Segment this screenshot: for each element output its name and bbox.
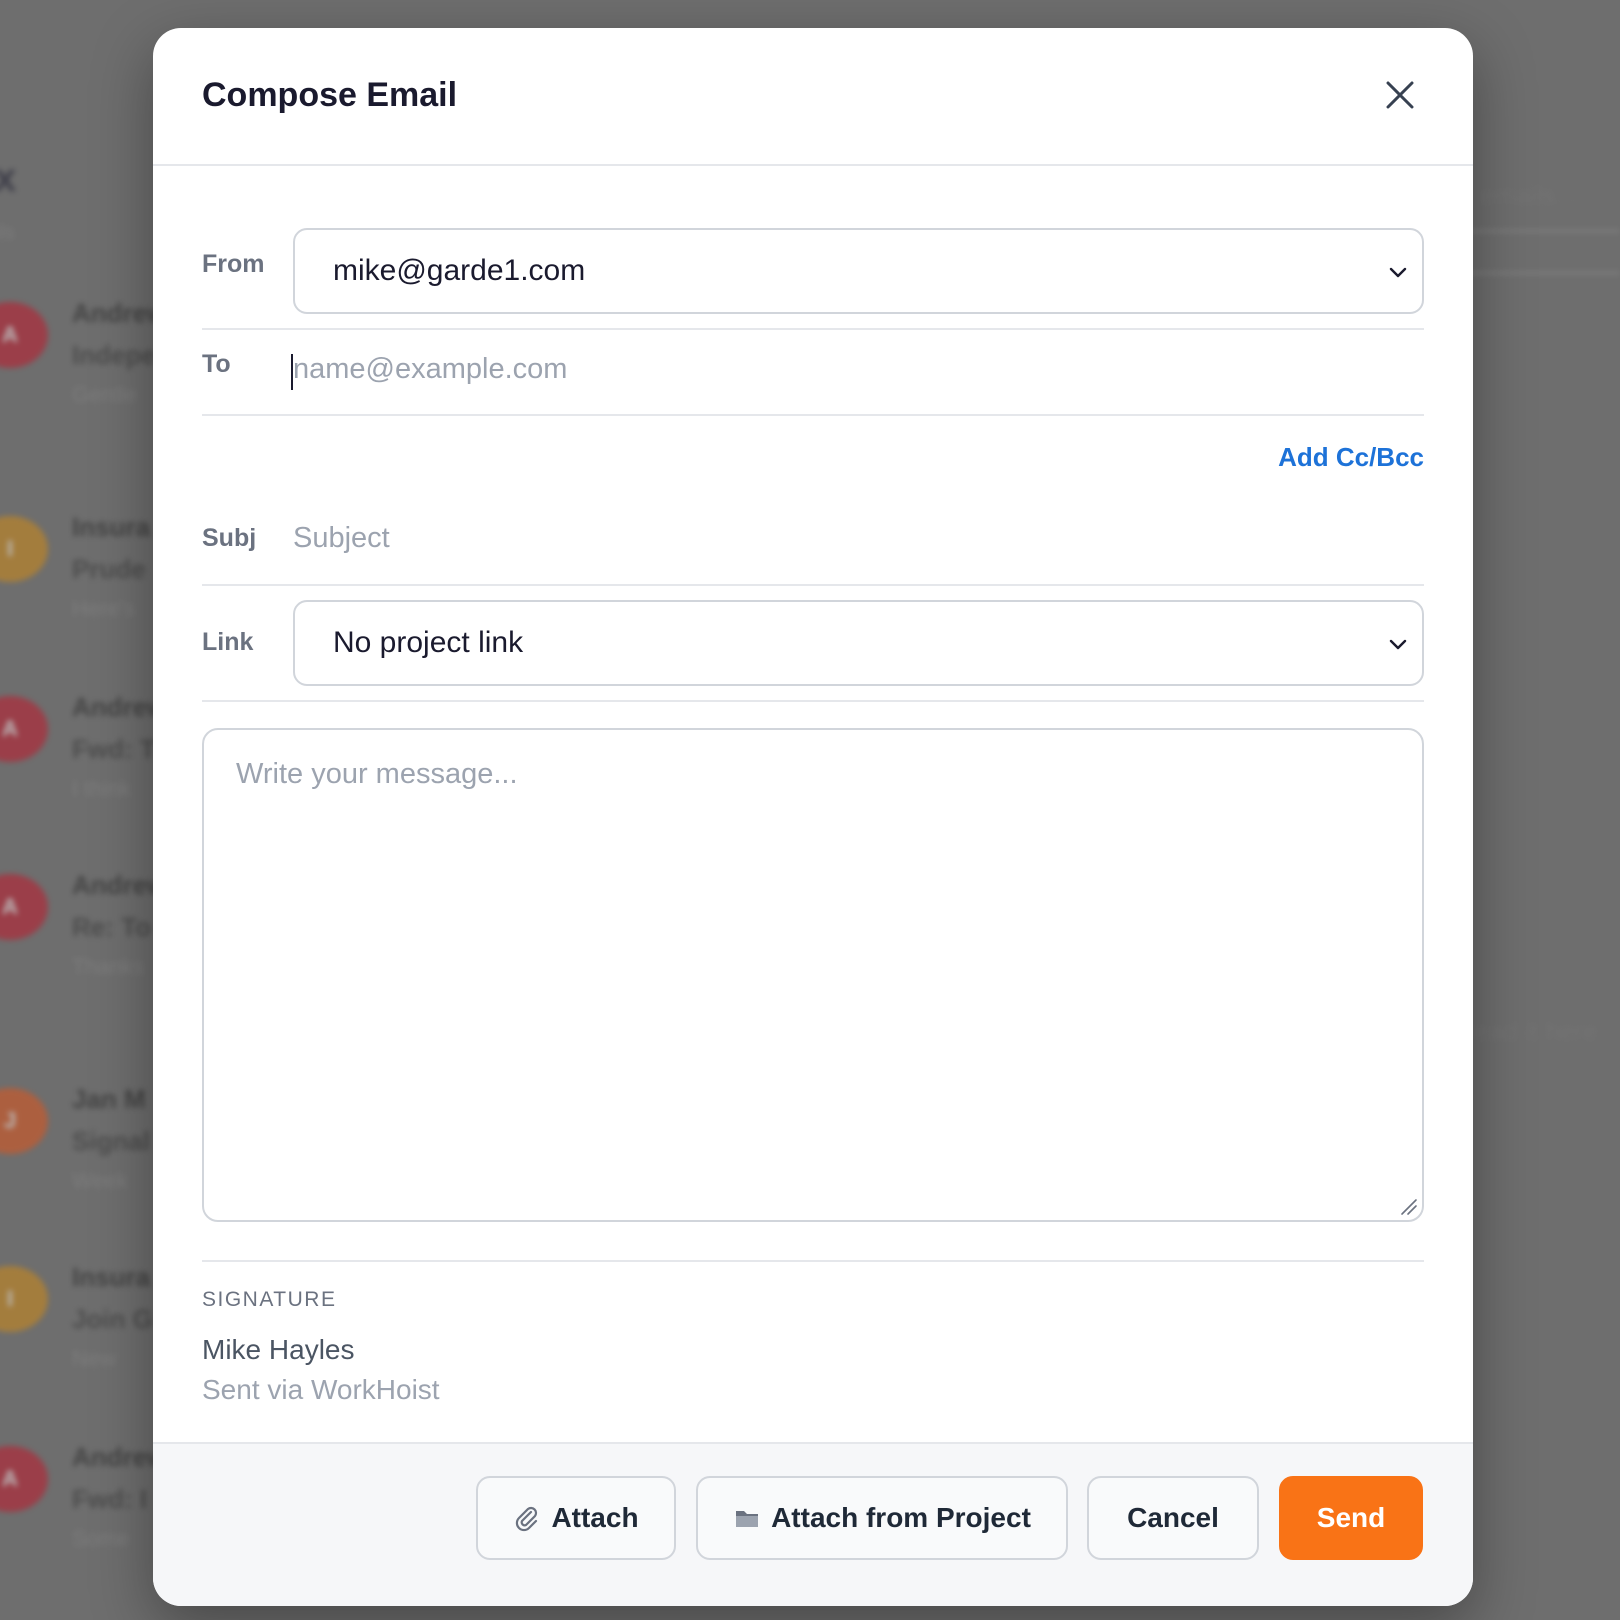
subject: Join G (72, 1304, 153, 1334)
close-icon (1386, 81, 1414, 109)
subject: Fwd: T (72, 734, 156, 764)
subject: Fwd: I (72, 1484, 148, 1514)
link-label: Link (202, 628, 254, 656)
preview: Some (72, 1526, 130, 1551)
resize-handle-icon[interactable] (1398, 1196, 1418, 1216)
divider (1460, 230, 1620, 232)
folder-icon (736, 1511, 759, 1527)
project-link-value: No project link (333, 626, 524, 659)
inbox-search: emails... (1480, 180, 1577, 210)
avatar: I (0, 1266, 48, 1332)
preview: Here's (72, 596, 135, 621)
divider (1460, 272, 1620, 274)
preview: New (72, 1346, 117, 1371)
preview: I think (72, 776, 131, 801)
signature-name: Mike Hayles (202, 1334, 355, 1365)
inbox-subtitle: ils (0, 222, 15, 244)
divider (202, 1260, 1424, 1262)
divider (202, 584, 1424, 586)
cancel-label: Cancel (1127, 1502, 1219, 1533)
subject: Indepe (72, 340, 156, 370)
send-button[interactable]: Send (1279, 1476, 1423, 1560)
from-select[interactable]: mike@garde1.com (293, 228, 1424, 314)
dialog-header: Compose Email (153, 28, 1473, 166)
avatar: I (0, 516, 48, 582)
attach-button[interactable]: Attach (476, 1476, 676, 1560)
compose-email-dialog: Compose Email From mike@garde1.com To na… (153, 28, 1473, 1606)
to-input[interactable]: name@example.com (293, 353, 567, 386)
attach-from-project-label: Attach from Project (771, 1502, 1031, 1533)
divider (202, 414, 1424, 416)
from-value: mike@garde1.com (333, 254, 586, 287)
dialog-footer: Attach Attach from Project Cancel Send (153, 1442, 1473, 1606)
list-item: A Andrew Fwd: I Some (0, 1442, 172, 1566)
subject: Signal (72, 1126, 151, 1156)
list-item: J Jan M Signal Week (0, 1084, 172, 1208)
avatar: A (0, 302, 48, 368)
attach-from-project-button[interactable]: Attach from Project (696, 1476, 1068, 1560)
subject: Prude (72, 554, 146, 584)
message-placeholder: Write your message... (236, 758, 518, 790)
subject-label: Subj (202, 524, 257, 552)
preview: Week (72, 1168, 128, 1193)
list-item: A Andrew Indepe Gentle (0, 298, 172, 422)
sender: Jan M (72, 1084, 146, 1114)
sender: Insura (72, 512, 151, 542)
text-caret (291, 354, 293, 390)
inbox-title: x (0, 156, 17, 200)
preview: Thanks (72, 954, 145, 979)
avatar: J (0, 1088, 48, 1154)
attach-label: Attach (551, 1502, 639, 1533)
reading-pane-hint: read it here (1466, 1016, 1598, 1046)
avatar: A (0, 696, 48, 762)
signature-via: Sent via WorkHoist (202, 1374, 440, 1405)
subject: Re: To (72, 912, 151, 942)
chevron-down-icon (1389, 639, 1407, 650)
list-item: A Andrew Re: To Thanks (0, 870, 172, 994)
add-cc-bcc-link[interactable]: Add Cc/Bcc (1278, 442, 1424, 473)
cancel-button[interactable]: Cancel (1087, 1476, 1259, 1560)
list-item: I Insura Join G New (0, 1262, 172, 1386)
to-label: To (202, 350, 231, 378)
from-label: From (202, 250, 265, 278)
chevron-down-icon (1389, 267, 1407, 278)
divider (202, 700, 1424, 702)
dialog-title: Compose Email (202, 76, 458, 114)
close-button[interactable] (1373, 68, 1427, 122)
subject-input[interactable]: Subject (293, 522, 390, 555)
signature-label: SIGNATURE (202, 1288, 337, 1311)
project-link-select[interactable]: No project link (293, 600, 1424, 686)
avatar: A (0, 1446, 48, 1512)
preview: Gentle (72, 382, 137, 407)
sender: Insura (72, 1262, 151, 1292)
list-item: A Andrew Fwd: T I think (0, 692, 172, 816)
message-textarea[interactable]: Write your message... (202, 728, 1424, 1222)
divider (202, 328, 1424, 330)
avatar: A (0, 874, 48, 940)
list-item: I Insura Prude Here's (0, 512, 172, 636)
paperclip-icon (516, 1506, 538, 1532)
send-label: Send (1316, 1502, 1386, 1533)
